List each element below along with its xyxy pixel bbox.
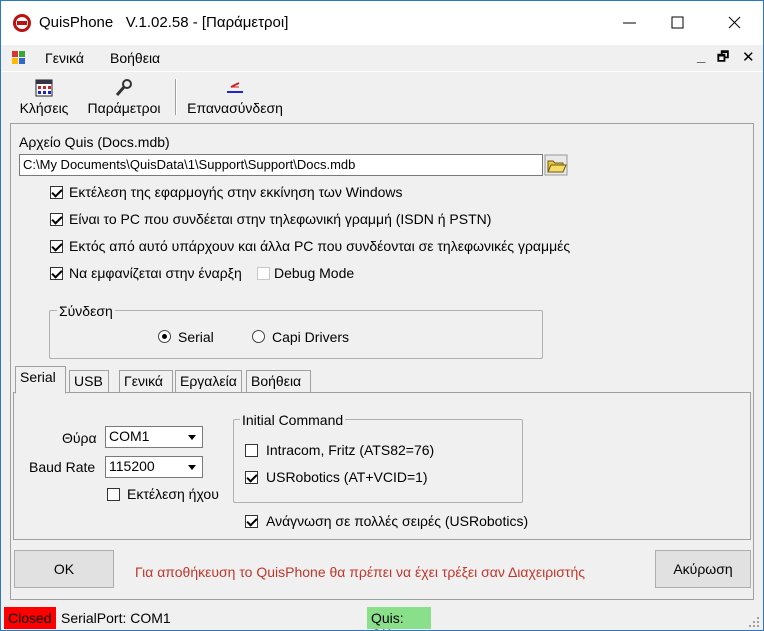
mdi-close-button[interactable]: ✕ [742,48,755,66]
parameters-form: Αρχείο Quis (Docs.mdb) C:\My Documents\Q… [10,123,754,600]
calls-label: Κλήσεις [19,100,69,116]
tab-help[interactable]: Βοήθεια [246,370,311,392]
title-bar[interactable]: QuisPhone V.1.02.58 - [Παράμετροι] [1,1,763,45]
menu-general[interactable]: Γενικά [45,50,84,66]
multiline-checkbox[interactable] [245,515,258,528]
maximize-button[interactable] [653,1,703,45]
reconnect-button[interactable]: Επανασύνδεση [183,74,287,120]
cancel-button[interactable]: Ακύρωση [655,550,751,588]
close-button[interactable] [710,1,760,45]
startup-checkbox[interactable] [50,186,63,199]
port-select[interactable]: COM1 [105,426,203,448]
baud-rate-label: Baud Rate [29,459,96,475]
menu-help[interactable]: Βοήθεια [110,50,160,66]
startup-label: Εκτέλεση της εφαρμογής στην εκκίνηση των… [69,184,403,200]
admin-warning: Για αποθήκευση το QuisPhone θα πρέπει να… [135,564,585,580]
baud-rate-select[interactable]: 115200 [105,456,203,478]
show-on-start-label: Να εμφανίζεται στην έναρξη [69,265,242,281]
mdi-child-icon[interactable] [11,50,27,66]
maximize-icon [671,16,684,29]
port-value: COM1 [109,428,150,444]
serial-radio-label: Serial [178,329,214,345]
open-folder-icon[interactable] [544,154,568,176]
app-logo-icon [13,14,31,32]
capi-radio-label: Capi Drivers [272,329,350,345]
usrobotics-label: USRobotics (AT+VCID=1) [266,469,428,485]
phone-line-pc-checkbox[interactable] [50,213,63,226]
toolbar: Κλήσεις Παράμετροι Επανασύνδεση [1,71,763,121]
initial-command-label: Initial Command [240,412,346,428]
calendar-icon [35,79,53,97]
tab-tools[interactable]: Εργαλεία [175,370,242,392]
serial-radio[interactable] [158,330,171,343]
initial-command-group [233,419,523,503]
tab-serial[interactable]: Serial [15,366,66,394]
tab-general[interactable]: Γενικά [119,370,173,392]
other-pcs-checkbox[interactable] [50,240,63,253]
multiline-label: Ανάγνωση σε πολλές σειρές (USRobotics) [266,513,529,529]
show-on-start-checkbox[interactable] [50,267,63,280]
quis-status-badge: Quis: OK [367,607,431,630]
baud-rate-value: 115200 [109,458,155,474]
phone-line-pc-label: Είναι το PC που συνδέεται στην τηλεφωνικ… [69,211,492,227]
parameters-button[interactable]: Παράμετροι [81,74,167,120]
calls-button[interactable]: Κλήσεις [15,74,73,120]
quis-file-label: Αρχείο Quis (Docs.mdb) [19,134,170,150]
reconnect-label: Επανασύνδεση [187,100,283,116]
port-label: Θύρα [62,430,97,446]
minimize-button[interactable] [605,1,655,45]
chevron-down-icon[interactable] [183,458,201,476]
mdi-minimize-button[interactable]: _ [697,48,705,65]
serial-port-status: SerialPort: COM1 [61,610,171,626]
close-icon [728,16,741,29]
sound-checkbox[interactable] [107,488,120,501]
mdi-restore-button[interactable]: 🗗 [717,48,729,70]
capi-radio[interactable] [252,330,265,343]
wrench-icon [115,79,132,96]
window-title: QuisPhone V.1.02.58 - [Παράμετροι] [39,14,289,31]
app-window: QuisPhone V.1.02.58 - [Παράμετροι] Γενικ… [0,0,764,631]
connection-group-label: Σύνδεση [57,303,115,319]
intracom-label: Intracom, Fritz (ATS82=76) [266,442,435,458]
resize-grip-icon[interactable] [748,616,760,628]
usrobotics-checkbox[interactable] [245,471,258,484]
ok-button[interactable]: OK [14,550,114,588]
intracom-checkbox[interactable] [245,444,258,457]
other-pcs-label: Εκτός από αυτό υπάρχουν και άλλα PC που … [69,238,571,254]
connection-status-badge: Closed [4,607,56,629]
chevron-down-icon[interactable] [183,428,201,446]
status-bar: Closed SerialPort: COM1 Quis: OK [1,605,763,630]
toolbar-separator [175,79,177,115]
debug-mode-checkbox[interactable] [257,267,270,280]
sound-label: Εκτέλεση ήχου [127,486,219,502]
serial-tab-panel: Θύρα COM1 Baud Rate 115200 Εκτέλεση ήχου… [13,392,751,540]
minimize-icon [623,22,636,24]
reconnect-icon [227,82,243,93]
tab-usb[interactable]: USB [69,370,109,392]
parameters-label: Παράμετροι [87,100,161,116]
quis-file-path-input[interactable]: C:\My Documents\QuisData\1\Support\Suppo… [19,154,543,176]
menu-bar: Γενικά Βοήθεια _ 🗗 ✕ [1,45,763,71]
debug-mode-label: Debug Mode [274,265,355,281]
